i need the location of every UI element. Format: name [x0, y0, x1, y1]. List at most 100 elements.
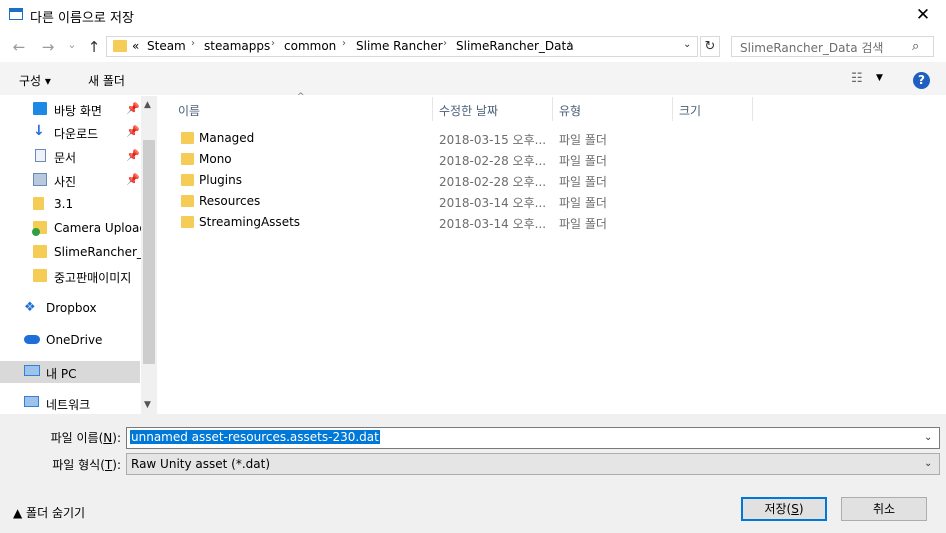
sync-check-icon: [32, 228, 40, 236]
file-name: StreamingAssets: [199, 215, 301, 229]
column-divider[interactable]: [432, 97, 433, 121]
filetype-value: Raw Unity asset (*.dat): [131, 457, 271, 471]
new-folder-button[interactable]: 새 폴더: [88, 72, 125, 89]
sidebar-item-label: SlimeRancher_D: [54, 245, 153, 259]
folder-sync-icon: [32, 221, 47, 236]
search-input[interactable]: SlimeRancher_Data 검색 ⌕: [731, 36, 934, 57]
sidebar-item-label: 바탕 화면: [54, 104, 102, 118]
column-divider[interactable]: [752, 97, 753, 121]
folder-icon: [181, 153, 194, 165]
column-divider[interactable]: [672, 97, 673, 121]
column-divider[interactable]: [552, 97, 553, 121]
sidebar-item-network[interactable]: 네트워크: [0, 392, 140, 414]
filetype-label-suffix: ):: [112, 458, 121, 472]
sidebar-scrollbar-thumb[interactable]: [143, 140, 155, 364]
filename-input[interactable]: unnamed asset-resources.assets-230.dat ⌄: [126, 427, 940, 449]
toolbar: 구성 ▾ 새 폴더 ☷ ▼ ?: [0, 62, 946, 95]
forward-arrow-icon[interactable]: →: [38, 37, 58, 57]
pin-icon[interactable]: 📌: [126, 102, 140, 115]
refresh-button[interactable]: ↻: [700, 36, 720, 57]
up-arrow-icon[interactable]: ↑: [84, 37, 104, 57]
desktop-icon: [33, 102, 47, 115]
window-title: 다른 이름으로 저장: [30, 11, 134, 26]
file-row[interactable]: Resources 2018-03-14 오후... 파일 폴더: [160, 191, 760, 212]
sidebar-item-label: OneDrive: [46, 333, 103, 347]
sidebar-item-3-1[interactable]: 3.1: [0, 193, 140, 215]
sidebar-item-slimerancher-data[interactable]: SlimeRancher_D: [0, 241, 152, 263]
breadcrumb-slimerancher-data[interactable]: SlimeRancher_Data: [456, 39, 574, 53]
scroll-up-icon[interactable]: ▲: [144, 100, 151, 110]
sidebar-item-documents[interactable]: 문서 📌: [0, 145, 140, 167]
sidebar-item-label: Camera Uploads: [54, 221, 154, 235]
close-button[interactable]: ✕: [908, 4, 938, 26]
computer-icon: [24, 365, 40, 376]
save-button-label: 저장(: [764, 502, 792, 516]
column-header-date[interactable]: 수정한 날짜: [439, 102, 498, 119]
file-row[interactable]: Managed 2018-03-15 오후... 파일 폴더: [160, 128, 760, 149]
view-dropdown-icon[interactable]: ▼: [876, 73, 883, 83]
folder-icon: [181, 195, 194, 207]
file-row[interactable]: Plugins 2018-02-28 오후... 파일 폴더: [160, 170, 760, 191]
chevron-down-icon[interactable]: ⌄: [924, 432, 932, 443]
file-name: Plugins: [199, 173, 242, 187]
organize-button[interactable]: 구성 ▾: [19, 72, 51, 89]
help-icon[interactable]: ?: [913, 72, 930, 89]
cancel-button[interactable]: 취소: [841, 497, 927, 521]
scroll-down-icon[interactable]: ▼: [144, 400, 151, 410]
sidebar-item-used-sale-images[interactable]: 중고판매이미지: [0, 265, 140, 287]
sidebar-item-label: 사진: [54, 175, 77, 189]
column-header-type[interactable]: 유형: [559, 102, 581, 119]
view-options-icon[interactable]: ☷: [851, 71, 863, 86]
sidebar-item-pictures[interactable]: 사진 📌: [0, 169, 140, 191]
hide-folders-button[interactable]: ▲ 폴더 숨기기: [13, 504, 85, 521]
back-arrow-icon[interactable]: ←: [9, 37, 29, 57]
folder-icon: [181, 132, 194, 144]
chevron-down-icon[interactable]: ⌄: [683, 39, 691, 50]
file-type: 파일 폴더: [559, 217, 607, 231]
breadcrumb-slime-rancher[interactable]: Slime Rancher: [356, 39, 443, 53]
dropbox-icon: ❖: [24, 300, 36, 315]
navigation-pane: 바탕 화면 📌 ↓ 다운로드 📌 문서 📌 사진 📌 3.1 Camera Up…: [0, 96, 157, 414]
picture-icon: [33, 173, 47, 186]
filename-value[interactable]: unnamed asset-resources.assets-230.dat: [130, 430, 380, 444]
pin-icon[interactable]: 📌: [126, 149, 140, 162]
sidebar-item-downloads[interactable]: ↓ 다운로드 📌: [0, 121, 140, 143]
address-bar[interactable]: « Steam › steamapps › common › Slime Ran…: [106, 36, 698, 57]
breadcrumb-common[interactable]: common: [284, 39, 336, 53]
filename-label-suffix: ):: [112, 431, 121, 445]
breadcrumb-overflow[interactable]: «: [132, 39, 139, 53]
sidebar-item-camera-uploads[interactable]: Camera Uploads: [0, 217, 153, 239]
chevron-down-icon[interactable]: ⌄: [924, 458, 932, 469]
folder-icon: [33, 197, 44, 210]
sidebar-item-my-pc[interactable]: 내 PC: [0, 361, 140, 383]
recent-locations-icon[interactable]: ⌄: [62, 35, 82, 55]
column-header-name[interactable]: 이름: [178, 102, 200, 119]
breadcrumb-separator-icon[interactable]: ›: [443, 38, 447, 49]
pin-icon[interactable]: 📌: [126, 173, 140, 186]
sidebar-item-label: Dropbox: [46, 301, 97, 315]
file-type: 파일 폴더: [559, 133, 607, 147]
filetype-label-text: 파일 형식(: [52, 458, 105, 472]
sidebar-item-dropbox[interactable]: ❖ Dropbox: [0, 297, 140, 319]
sidebar-item-onedrive[interactable]: OneDrive: [0, 329, 140, 351]
save-button-accesskey: S: [791, 502, 799, 516]
breadcrumb-steam[interactable]: Steam: [147, 39, 186, 53]
folder-icon: [181, 216, 194, 228]
save-button[interactable]: 저장(S): [741, 497, 827, 521]
sidebar-item-desktop[interactable]: 바탕 화면 📌: [0, 98, 140, 120]
title-bar: 다른 이름으로 저장 ✕: [0, 0, 946, 31]
sidebar-item-label: 3.1: [54, 197, 74, 211]
pin-icon[interactable]: 📌: [126, 125, 140, 138]
breadcrumb-separator-icon[interactable]: ›: [271, 38, 275, 49]
breadcrumb-separator-icon[interactable]: ›: [342, 38, 346, 49]
file-row[interactable]: StreamingAssets 2018-03-14 오후... 파일 폴더: [160, 212, 760, 233]
file-type: 파일 폴더: [559, 196, 607, 210]
file-row[interactable]: Mono 2018-02-28 오후... 파일 폴더: [160, 149, 760, 170]
breadcrumb-steamapps[interactable]: steamapps: [204, 39, 270, 53]
breadcrumb-separator-icon[interactable]: ›: [191, 38, 195, 49]
breadcrumb-separator-icon[interactable]: ›: [568, 38, 572, 49]
file-type: 파일 폴더: [559, 154, 607, 168]
column-header-size[interactable]: 크기: [679, 102, 701, 119]
search-icon[interactable]: ⌕: [912, 39, 919, 54]
filetype-select[interactable]: Raw Unity asset (*.dat) ⌄: [126, 453, 940, 475]
